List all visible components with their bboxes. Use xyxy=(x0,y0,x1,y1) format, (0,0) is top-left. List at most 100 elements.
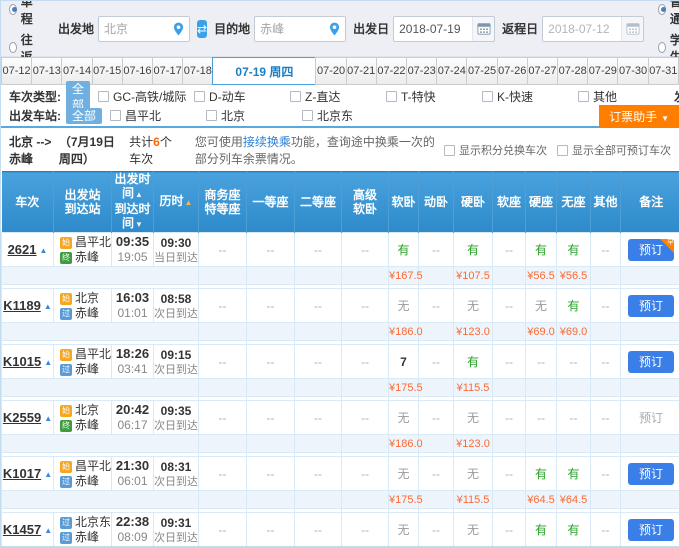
times-cell: 21:3006:01 xyxy=(112,457,154,491)
booking-assistant-button[interactable]: 订票助手▼ xyxy=(599,105,679,128)
price-cell xyxy=(247,323,295,341)
date-tab-07-20[interactable]: 07-20 xyxy=(315,57,346,85)
price-cell xyxy=(342,379,389,397)
price-cell: ¥56.5 xyxy=(557,267,591,285)
depart-date-input[interactable]: 2018-07-19 xyxy=(393,16,495,42)
swap-stations-icon[interactable]: ⇄ xyxy=(197,20,207,38)
sort-desc-icon[interactable]: ▼ xyxy=(135,220,143,229)
date-tab-07-26[interactable]: 07-26 xyxy=(497,57,528,85)
train-link[interactable]: K1015 xyxy=(3,354,41,369)
price-cell: ¥64.5 xyxy=(557,491,591,509)
return-date-input[interactable]: 2018-07-12 xyxy=(542,16,644,42)
date-tab-07-22[interactable]: 07-22 xyxy=(376,57,407,85)
price-cell: ¥115.5 xyxy=(454,379,493,397)
train-type-option[interactable]: Z-直达 xyxy=(290,88,386,105)
seat-availability-cell: 有 xyxy=(454,233,493,267)
from-input[interactable]: 北京 xyxy=(98,16,190,42)
depart-station-option[interactable]: 北京 xyxy=(206,107,302,124)
train-link[interactable]: K2559 xyxy=(3,410,41,425)
train-link[interactable]: K1017 xyxy=(3,466,41,481)
date-tab-07-31[interactable]: 07-31 xyxy=(648,57,679,85)
col-header-times[interactable]: 出发时间▲到达时间▼ xyxy=(112,172,154,233)
stations-cell: 始昌平北过赤峰 xyxy=(54,457,112,491)
date-tab-07-24[interactable]: 07-24 xyxy=(436,57,467,85)
checkbox-icon xyxy=(206,110,217,121)
col-header-hard-seat: 硬座 xyxy=(526,172,557,233)
book-button[interactable]: 预订 xyxy=(628,295,674,317)
date-tab-07-17[interactable]: 07-17 xyxy=(152,57,183,85)
return-date-label: 返程日 xyxy=(502,20,538,37)
date-tab-07-15[interactable]: 07-15 xyxy=(92,57,123,85)
expand-arrow-icon[interactable]: ▲ xyxy=(44,302,52,311)
expand-arrow-icon[interactable]: ▲ xyxy=(44,470,52,479)
station-badge-start: 始 xyxy=(60,293,72,305)
normal-passenger-radio[interactable]: 普通 xyxy=(658,0,680,27)
price-remark-cell xyxy=(621,323,680,341)
depart-time: 09:35 xyxy=(112,234,153,250)
train-link[interactable]: 2621 xyxy=(8,242,37,257)
location-pin-icon[interactable] xyxy=(323,17,345,41)
date-tab-07-16[interactable]: 07-16 xyxy=(122,57,153,85)
depart-station-option[interactable]: 北京东 xyxy=(302,107,398,124)
station-name: 赤峰 xyxy=(75,474,99,488)
date-tab-07-25[interactable]: 07-25 xyxy=(466,57,497,85)
location-pin-icon[interactable] xyxy=(167,17,189,41)
train-type-option[interactable]: 其他 xyxy=(578,88,674,105)
col-header-duration[interactable]: 历时▲ xyxy=(154,172,199,233)
route-text: 北京 --> 赤峰 xyxy=(9,133,59,167)
col-header-first-class: 一等座 xyxy=(247,172,295,233)
train-type-option[interactable]: D-动车 xyxy=(194,88,290,105)
date-tab-07-28[interactable]: 07-28 xyxy=(557,57,588,85)
sort-asc-icon[interactable]: ▲ xyxy=(185,198,193,207)
option-label: 北京 xyxy=(221,107,245,124)
transfer-link[interactable]: 接续换乘 xyxy=(243,135,291,149)
expand-arrow-icon[interactable]: ▲ xyxy=(44,358,52,367)
train-type-options: GC-高铁/城际D-动车Z-直达T-特快K-快速其他 xyxy=(98,88,674,105)
price-row: ¥167.5¥107.5¥56.5¥56.5 xyxy=(2,267,680,285)
calendar-icon[interactable] xyxy=(472,17,494,41)
seat-availability-cell: -- xyxy=(591,401,621,435)
arrive-time: 01:01 xyxy=(112,306,153,321)
duration-cell: 09:31次日到达 xyxy=(154,513,199,547)
seat-availability-cell: 无 xyxy=(454,457,493,491)
checkbox-icon xyxy=(578,91,589,102)
date-tab-07-12[interactable]: 07-12 xyxy=(1,57,32,85)
option-label: 北京东 xyxy=(317,107,353,124)
points-exchange-checkbox[interactable]: 显示积分兑换车次 xyxy=(444,142,547,158)
book-button[interactable]: 预订早 xyxy=(628,239,674,261)
chevron-down-icon: ▼ xyxy=(661,114,669,123)
date-tab-07-18[interactable]: 07-18 xyxy=(182,57,213,85)
expand-arrow-icon[interactable]: ▲ xyxy=(40,246,48,255)
display-toggles: 显示积分兑换车次 显示全部可预订车次 xyxy=(444,142,671,158)
date-tab-07-21[interactable]: 07-21 xyxy=(346,57,377,85)
date-tab-07-29[interactable]: 07-29 xyxy=(587,57,618,85)
station-name: 赤峰 xyxy=(75,418,99,432)
to-input[interactable]: 赤峰 xyxy=(254,16,346,42)
train-row: K2559▲始北京终赤峰20:4206:1709:35次日到达--------无… xyxy=(2,401,680,435)
date-tab-07-13[interactable]: 07-13 xyxy=(31,57,62,85)
train-link[interactable]: K1189 xyxy=(3,298,41,313)
date-tab-07-30[interactable]: 07-30 xyxy=(617,57,648,85)
date-tab-07-23[interactable]: 07-23 xyxy=(406,57,437,85)
price-cell xyxy=(493,491,526,509)
train-type-option[interactable]: T-特快 xyxy=(386,88,482,105)
date-tab-07-27[interactable]: 07-27 xyxy=(527,57,558,85)
train-type-option[interactable]: K-快速 xyxy=(482,88,578,105)
show-all-bookable-checkbox[interactable]: 显示全部可预订车次 xyxy=(557,142,671,158)
train-type-option[interactable]: GC-高铁/城际 xyxy=(98,88,194,105)
book-button[interactable]: 预订 xyxy=(628,463,674,485)
price-cell xyxy=(342,267,389,285)
expand-arrow-icon[interactable]: ▲ xyxy=(44,526,52,535)
duration: 08:31 xyxy=(154,459,198,475)
one-way-radio[interactable]: 单程 xyxy=(9,0,36,27)
sort-asc-icon[interactable]: ▲ xyxy=(135,190,143,199)
depart-station-option[interactable]: 昌平北 xyxy=(110,107,206,124)
book-button[interactable]: 预订 xyxy=(628,519,674,541)
depart-station-all-badge[interactable]: 全部 xyxy=(66,108,102,124)
header-line: 到达站 xyxy=(54,202,111,216)
book-button[interactable]: 预订 xyxy=(628,351,674,373)
expand-arrow-icon[interactable]: ▲ xyxy=(44,414,52,423)
date-tab-selected[interactable]: 07-19 周四 xyxy=(212,57,316,85)
destination-station: 过赤峰 xyxy=(60,530,111,545)
train-link[interactable]: K1457 xyxy=(3,522,41,537)
